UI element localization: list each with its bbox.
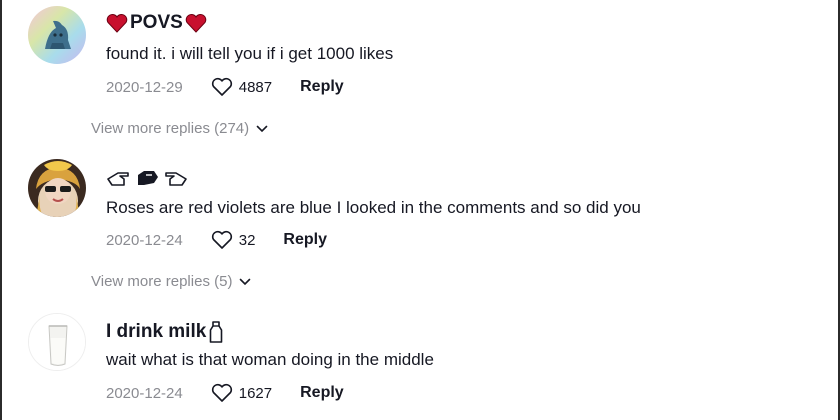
like-button[interactable]: 1627 [211,383,272,403]
red-heart-icon [106,13,128,33]
comment-date: 2020-12-24 [106,384,183,402]
red-heart-icon [185,13,207,33]
pointing-hand-icon [165,172,187,186]
like-button[interactable]: 4887 [211,77,272,97]
pointing-hand-icon [138,171,158,185]
milk-bottle-icon [210,321,223,343]
like-count: 4887 [238,78,273,96]
view-more-replies[interactable]: View more replies (274) [91,120,268,137]
view-more-replies[interactable]: View more replies (5) [91,273,251,290]
reply-button[interactable]: Reply [283,231,327,249]
view-more-label: View more replies (5) [91,273,233,290]
heart-outline-icon [211,77,232,96]
chevron-down-icon [240,278,251,285]
comment-date: 2020-12-29 [106,78,183,96]
avatar[interactable] [28,313,86,371]
comment-text: Roses are red violets are blue I looked … [106,198,641,217]
heart-outline-icon [211,230,232,249]
like-button[interactable]: 32 [211,230,256,250]
comment-username[interactable]: POVS [106,12,207,34]
username-text: I drink milk [106,321,207,342]
avatar[interactable] [28,159,86,217]
comment-meta: 2020-12-29 4887 Reply [106,77,344,97]
avatar[interactable] [28,6,86,64]
reply-button[interactable]: Reply [300,78,344,96]
comment-text: wait what is that woman doing in the mid… [106,350,434,369]
view-more-label: View more replies (274) [91,120,250,137]
reply-button[interactable]: Reply [300,384,344,402]
comment-text: found it. i will tell you if i get 1000 … [106,44,394,63]
like-count: 1627 [238,384,273,402]
like-count: 32 [238,231,256,249]
chevron-down-icon [256,125,268,132]
left-border [0,0,2,420]
pointing-hand-icon [107,172,129,186]
comment-username[interactable] [106,167,190,189]
comment-meta: 2020-12-24 1627 Reply [106,383,344,403]
username-text: POVS [130,12,183,33]
comment-meta: 2020-12-24 32 Reply [106,230,327,250]
comment-date: 2020-12-24 [106,231,183,249]
heart-outline-icon [211,383,232,402]
comment-username[interactable]: I drink milk [106,320,224,344]
